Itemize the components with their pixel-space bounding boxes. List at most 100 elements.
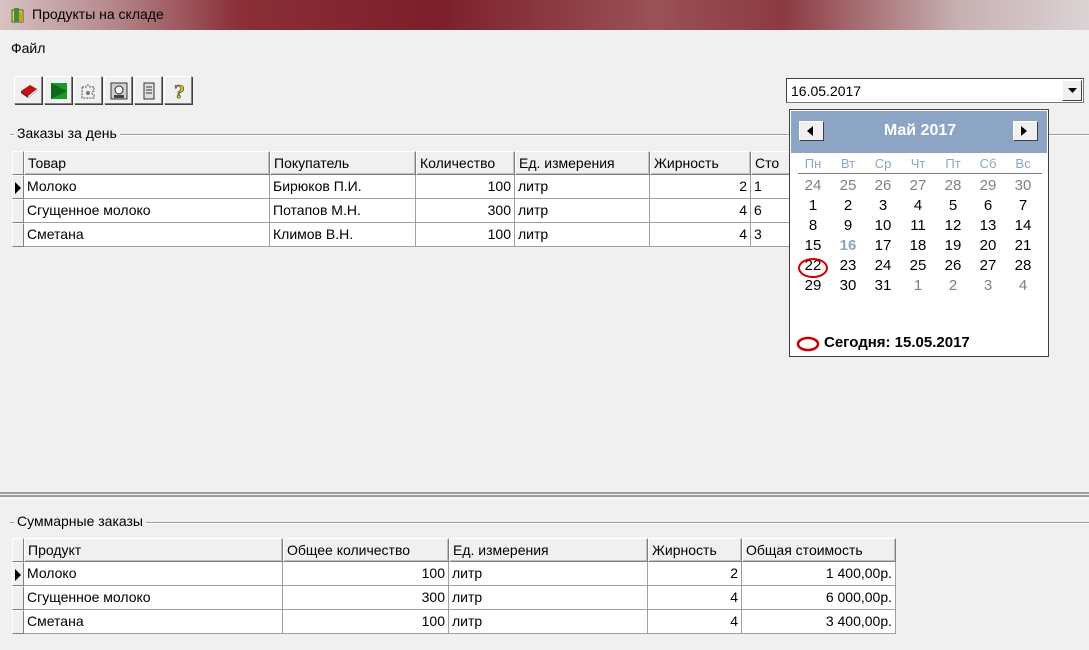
table-cell[interactable]: 300 [416,199,515,223]
calendar-day[interactable]: 28 [1006,256,1040,276]
table-cell[interactable]: 100 [416,175,515,199]
table-cell[interactable]: 6 [751,199,791,223]
calendar-day[interactable]: 9 [831,216,865,236]
table-cell[interactable]: 300 [283,586,449,610]
calendar-day[interactable]: 21 [1006,236,1040,256]
table-cell[interactable]: литр [449,562,648,586]
calendar-popup[interactable]: Май 2017 Пн Вт Ср Чт Пт Сб Вс 24 25 26 27 28 29 30 1 2… [789,109,1049,357]
calendar-day[interactable]: 11 [901,216,935,236]
col-header[interactable]: Продукт [24,538,283,562]
table-cell[interactable]: Климов В.Н. [270,223,416,247]
row-indicator-current[interactable] [12,175,24,199]
menu-file[interactable]: Файл [10,40,46,56]
row-indicator-current[interactable] [12,562,24,586]
calendar-day[interactable]: 25 [831,176,865,196]
calendar-day[interactable]: 18 [901,236,935,256]
calendar-day[interactable]: 19 [936,236,970,256]
splitter[interactable] [0,492,1089,494]
summary-grid[interactable]: Продукт Общее количество Ед. измерения Ж… [12,538,897,650]
calendar-day[interactable]: 29 [796,276,830,296]
table-cell[interactable]: 4 [650,223,751,247]
calendar-day[interactable]: 1 [796,196,830,216]
table-cell[interactable]: 4 [650,199,751,223]
table-cell[interactable]: Молоко [24,175,270,199]
calendar-day[interactable]: 13 [971,216,1005,236]
table-cell[interactable]: 1 [751,175,791,199]
document-button[interactable] [134,76,162,104]
table-cell[interactable]: Сгущенное молоко [24,586,283,610]
table-cell[interactable]: Сметана [24,223,270,247]
col-header[interactable]: Жирность [650,151,751,175]
date-dropdown-button[interactable] [1062,80,1082,101]
calendar-day[interactable]: 8 [796,216,830,236]
calendar-day[interactable]: 23 [831,256,865,276]
portrait-button[interactable] [104,76,132,104]
col-header[interactable]: Ед. измерения [449,538,648,562]
date-value[interactable]: 16.05.2017 [791,83,861,99]
calendar-day[interactable]: 10 [866,216,900,236]
col-header[interactable]: Товар [24,151,270,175]
calendar-day[interactable]: 12 [936,216,970,236]
table-cell[interactable]: 100 [283,562,449,586]
calendar-day[interactable]: 27 [971,256,1005,276]
calendar-day[interactable]: 27 [901,176,935,196]
calendar-day[interactable]: 26 [866,176,900,196]
col-header[interactable]: Количество [416,151,515,175]
col-header[interactable]: Сто [751,151,791,175]
calendar-day[interactable]: 26 [936,256,970,276]
table-cell[interactable]: Сметана [24,610,283,634]
calendar-day[interactable]: 5 [936,196,970,216]
col-header[interactable]: Покупатель [270,151,416,175]
calendar-day[interactable]: 6 [971,196,1005,216]
col-header[interactable]: Жирность [648,538,742,562]
calendar-day[interactable]: 29 [971,176,1005,196]
puzzle-button[interactable] [74,76,102,104]
calendar-day[interactable]: 24 [866,256,900,276]
row-indicator[interactable] [12,223,24,247]
calendar-day[interactable]: 20 [971,236,1005,256]
table-cell[interactable]: Молоко [24,562,283,586]
table-cell[interactable]: литр [515,199,650,223]
row-indicator[interactable] [12,199,24,223]
col-header[interactable]: Общая стоимость [742,538,896,562]
book-button[interactable] [14,76,42,104]
calendar-day[interactable]: 16 [831,236,865,256]
table-cell[interactable]: 1 400,00р. [742,562,896,586]
calendar-day[interactable]: 30 [831,276,865,296]
table-cell[interactable]: Бирюков П.И. [270,175,416,199]
calendar-day[interactable]: 4 [901,196,935,216]
table-cell[interactable]: 3 [751,223,791,247]
table-cell[interactable]: 4 [648,610,742,634]
today-link[interactable]: Сегодня: 15.05.2017 [824,334,970,351]
table-cell[interactable]: 100 [416,223,515,247]
orders-grid[interactable]: Товар Покупатель Количество Ед. измерени… [12,151,792,271]
calendar-day[interactable]: 4 [1006,276,1040,296]
table-cell[interactable]: литр [449,586,648,610]
table-cell[interactable]: литр [515,175,650,199]
col-header[interactable]: Ед. измерения [515,151,650,175]
calendar-day[interactable]: 3 [866,196,900,216]
calendar-day[interactable]: 14 [1006,216,1040,236]
title-bar[interactable]: Продукты на складе [0,0,1089,30]
calendar-day[interactable]: 31 [866,276,900,296]
table-cell[interactable]: литр [449,610,648,634]
row-indicator[interactable] [12,610,24,634]
calendar-day[interactable]: 28 [936,176,970,196]
calendar-day[interactable]: 7 [1006,196,1040,216]
calendar-day[interactable]: 2 [831,196,865,216]
table-cell[interactable]: 6 000,00р. [742,586,896,610]
table-cell[interactable]: Потапов М.Н. [270,199,416,223]
table-cell[interactable]: литр [515,223,650,247]
table-cell[interactable]: 2 [650,175,751,199]
table-cell[interactable]: 3 400,00р. [742,610,896,634]
calendar-day[interactable]: 30 [1006,176,1040,196]
table-cell[interactable]: 2 [648,562,742,586]
next-month-button[interactable] [1013,121,1038,141]
prev-month-button[interactable] [799,121,824,141]
table-cell[interactable]: Сгущенное молоко [24,199,270,223]
calendar-day[interactable]: 24 [796,176,830,196]
calendar-day[interactable]: 2 [936,276,970,296]
help-button[interactable]: ? [164,76,192,104]
row-indicator[interactable] [12,586,24,610]
calendar-day[interactable]: 1 [901,276,935,296]
